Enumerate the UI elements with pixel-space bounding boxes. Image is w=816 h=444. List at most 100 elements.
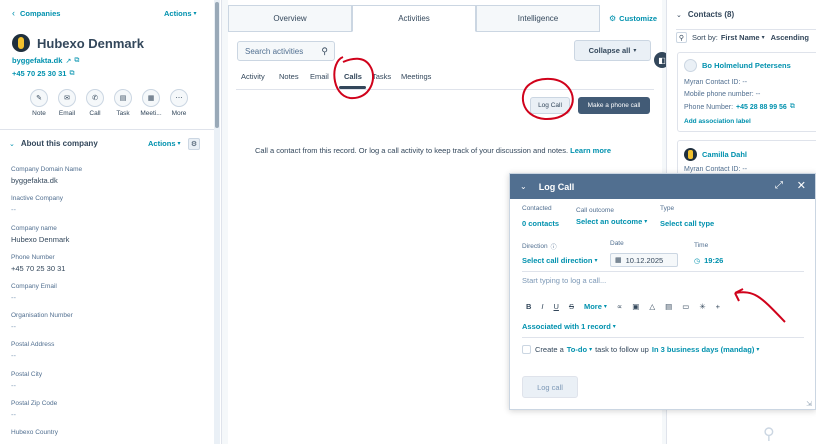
personalize-icon[interactable]: ∝ [617,302,622,311]
search-icon[interactable]: ⚲ [321,46,328,57]
meeting-action[interactable]: ▦ Meeti... [137,89,165,117]
copy-icon[interactable]: ⧉ [69,70,74,78]
subtab-activity[interactable]: Activity [241,72,265,81]
subtab-emails[interactable]: Email [310,72,334,81]
italic-icon[interactable]: I [541,302,543,311]
call-notes-editor[interactable]: Start typing to log a call... [522,276,804,298]
customize-button[interactable]: ⚙ Customize [609,14,657,23]
phone-icon: ✆ [86,89,104,107]
insert-icon[interactable]: + [716,302,720,311]
about-section-toggle[interactable]: ⌄ About this company [9,139,98,148]
contact-card[interactable]: Bo Holmelund Petersens Myran Contact ID:… [677,52,816,132]
chevron-down-icon[interactable]: ⌄ [520,182,527,191]
contacted-select[interactable]: 0 contacts [522,219,559,228]
divider [0,129,214,130]
date-input[interactable]: ▦ 10.12.2025 [610,253,678,267]
associated-records-select[interactable]: Associated with 1 record ▾ [522,322,616,331]
attachment-icon[interactable]: ✳ [699,302,705,311]
subtab-calls[interactable]: Calls [344,72,362,81]
copy-icon[interactable]: ⧉ [790,103,795,111]
caret-down-icon[interactable]: ▾ [756,346,759,353]
mail-icon: ✉ [58,89,76,107]
property-postal-zip[interactable]: Postal Zip Code -- [11,400,57,419]
collapse-all-button[interactable]: Collapse all ▾ [574,40,651,61]
subtab-meetings[interactable]: Meetings [401,72,431,81]
copy-icon[interactable]: ⧉ [74,57,79,65]
property-company-email[interactable]: Company Email -- [11,283,57,302]
contact-name-link[interactable]: Camilla Dahl [702,150,747,159]
learn-more-link[interactable]: Learn more [570,146,611,155]
property-label: Company Domain Name [11,166,83,173]
property-postal-address[interactable]: Postal Address -- [11,341,54,360]
property-hubexo-country[interactable]: Hubexo Country [11,429,58,436]
resize-handle-icon[interactable]: ⇲ [806,400,812,408]
tab-intelligence[interactable]: Intelligence [476,5,600,32]
contacts-section-toggle[interactable]: ⌄ Contacts (8) [676,10,734,19]
subtab-notes[interactable]: Notes [279,72,299,81]
follow-up-checkbox[interactable] [522,345,531,354]
underline-icon[interactable]: U [554,302,559,311]
back-to-companies[interactable]: ‹ Companies [12,8,60,18]
note-action[interactable]: ✎ Note [25,89,53,117]
property-inactive-company[interactable]: Inactive Company -- [11,195,63,214]
call-action[interactable]: ✆ Call [81,89,109,117]
search-icon[interactable]: ⚲ [676,32,687,43]
image-icon[interactable]: ▣ [632,302,639,311]
caret-down-icon[interactable]: ▾ [589,346,592,353]
info-icon[interactable]: ⓘ [551,242,557,251]
log-call-button[interactable]: Log Call [530,97,570,114]
company-phone-link[interactable]: +45 70 25 30 31 [12,69,66,78]
company-actions-button[interactable]: Actions ▾ [164,9,197,18]
property-company-domain[interactable]: Company Domain Name byggefakta.dk [11,166,82,185]
company-domain-row[interactable]: byggefakta.dk ↗ ⧉ [12,56,79,65]
caret-down-icon: ▾ [594,258,598,264]
follow-up-date-select[interactable]: In 3 business days (mandag) [652,345,755,354]
call-outcome-select[interactable]: Select an outcome ▾ [576,217,647,226]
caret-down-icon[interactable]: ▾ [604,303,607,310]
call-direction-value: Select call direction [522,256,593,265]
edit-icon: ✎ [30,89,48,107]
contact-phone-link[interactable]: +45 28 88 99 56 [736,104,787,111]
strikethrough-icon[interactable]: S [569,302,574,311]
template-icon[interactable]: ▤ [665,302,672,311]
property-company-name[interactable]: Company name Hubexo Denmark [11,225,69,244]
property-organisation-number[interactable]: Organisation Number -- [11,312,73,331]
property-phone-number[interactable]: Phone Number +45 70 25 30 31 [11,254,65,273]
caret-down-icon[interactable]: ▾ [762,34,765,41]
field-value: -- [742,166,748,173]
property-label: Organisation Number [11,312,73,319]
left-scrollbar[interactable] [214,0,220,444]
external-link-icon[interactable]: ↗ [65,57,71,65]
company-domain-link[interactable]: byggefakta.dk [12,56,62,65]
bold-icon[interactable]: B [526,302,531,311]
subtab-tasks[interactable]: Tasks [372,72,391,81]
company-phone-row[interactable]: +45 70 25 30 31 ⧉ [12,69,74,78]
time-input[interactable]: ◷ 19:26 [694,256,723,265]
make-phone-call-button[interactable]: Make a phone call [578,97,650,114]
search-activities-input[interactable]: Search activities ⚲ [237,41,335,61]
log-call-submit-button[interactable]: Log call [522,376,578,398]
more-format-button[interactable]: More [584,302,602,311]
tab-overview[interactable]: Overview [228,5,352,32]
close-icon[interactable]: ✕ [797,179,806,192]
call-type-select[interactable]: Select call type [660,219,714,228]
sort-order-select[interactable]: Ascending [771,33,809,42]
add-association-label-link[interactable]: Add association label [684,118,751,125]
document-icon[interactable]: ▭ [682,302,689,311]
expand-icon[interactable]: ⤢ [775,180,783,191]
task-type-select[interactable]: To-do [567,345,587,354]
snippet-icon[interactable]: △ [649,302,655,311]
task-action[interactable]: ▤ Task [109,89,137,117]
contact-name-link[interactable]: Bo Holmelund Petersens [702,61,791,70]
property-postal-city[interactable]: Postal City -- [11,371,42,390]
about-actions-button[interactable]: Actions ▾ [148,139,181,148]
more-action[interactable]: ⋯ More [165,89,193,117]
follow-up-prefix: Create a [535,345,564,354]
tab-activities[interactable]: Activities [352,5,476,32]
call-direction-select[interactable]: Select call direction ▾ [522,256,597,265]
sort-field-select[interactable]: First Name [721,33,760,42]
gear-icon[interactable]: ⚙ [188,138,200,150]
email-action[interactable]: ✉ Email [53,89,81,117]
scrollbar-thumb[interactable] [215,2,219,128]
time-value: 19:26 [704,256,724,265]
